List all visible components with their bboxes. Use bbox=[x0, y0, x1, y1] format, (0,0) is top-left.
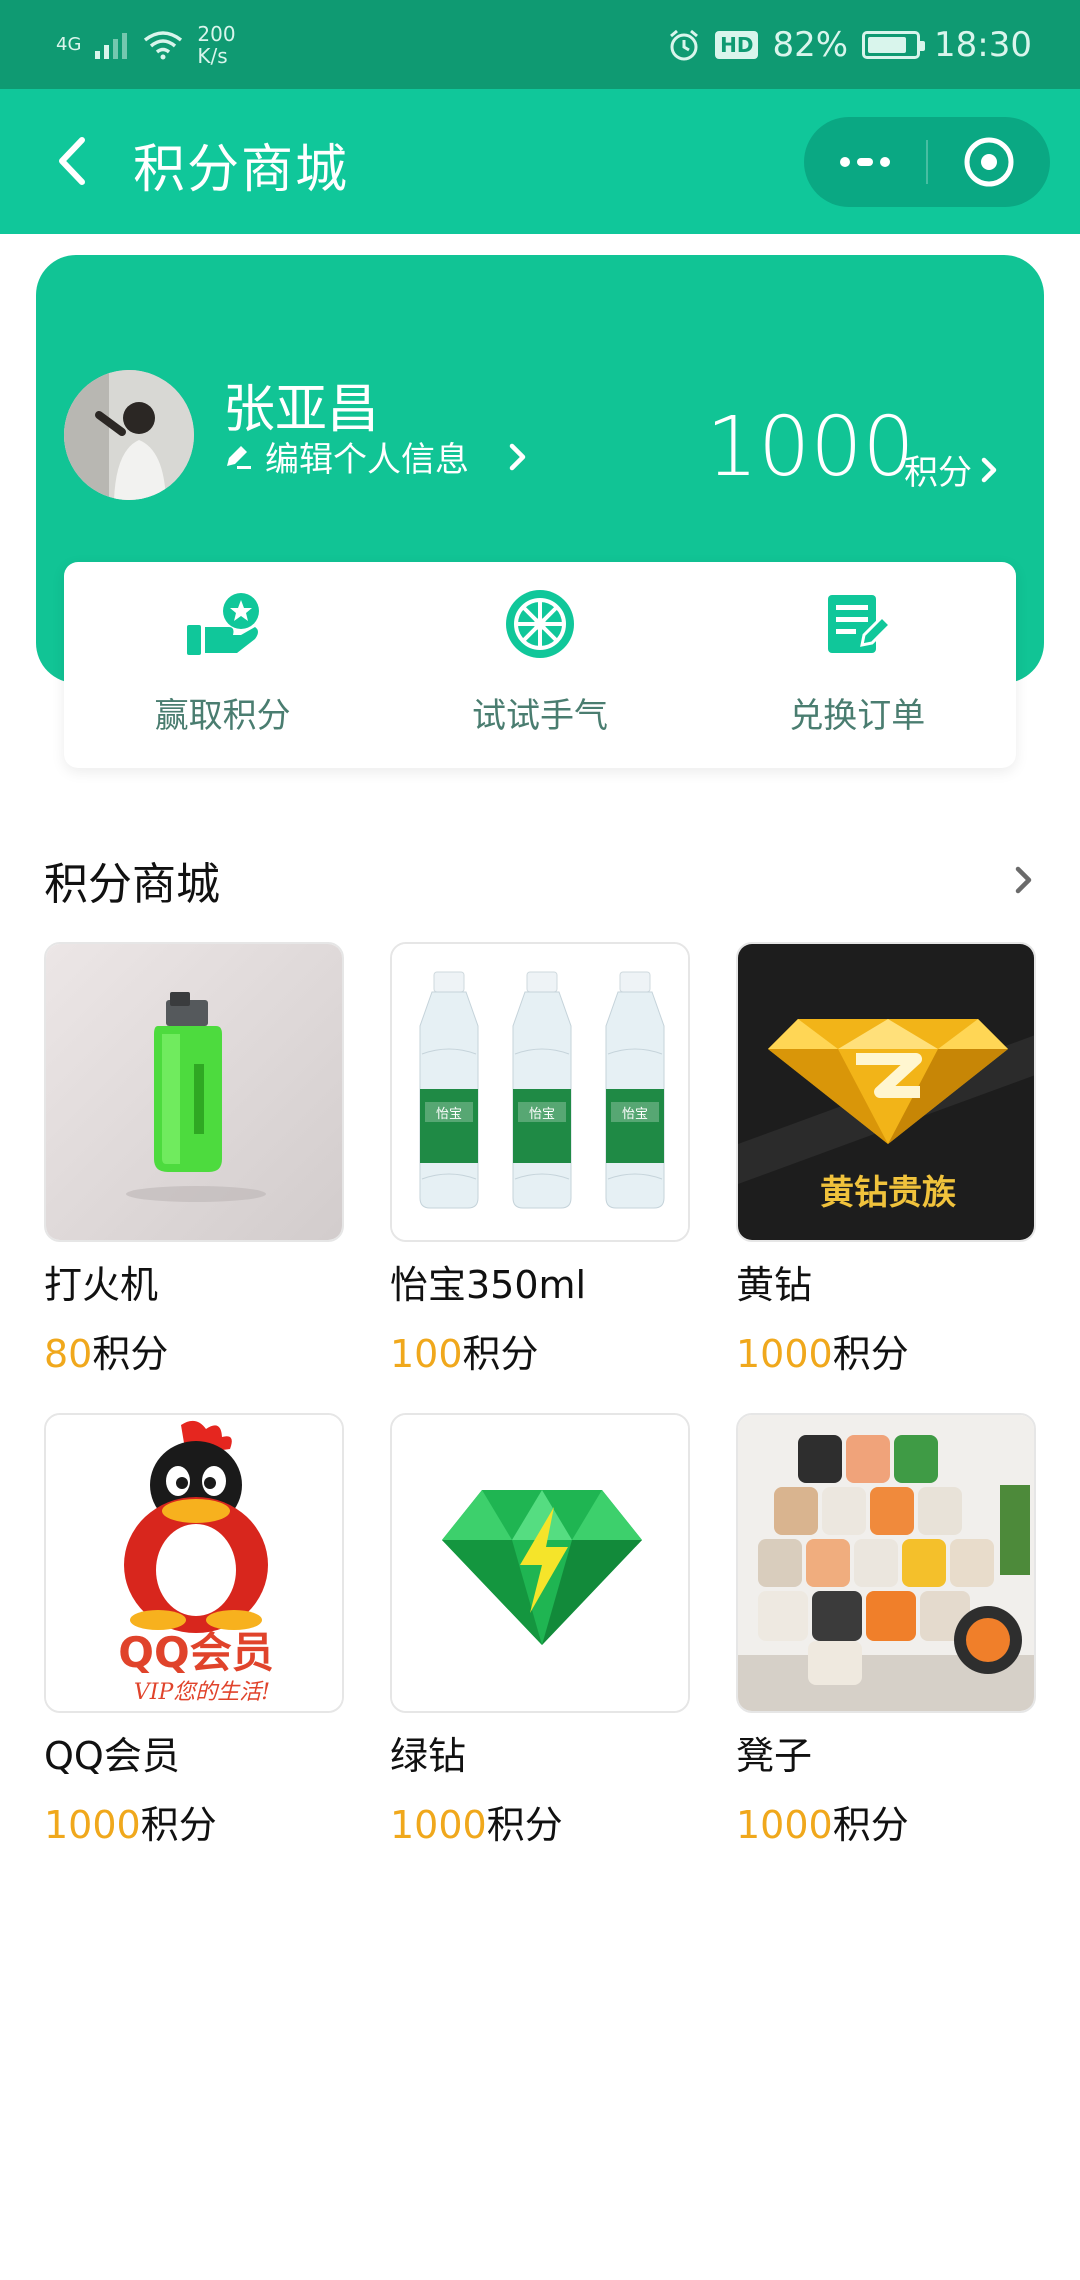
status-left: 4G 200 K/s bbox=[56, 23, 236, 67]
avatar[interactable] bbox=[64, 370, 194, 500]
product-name: 绿钻 bbox=[390, 1734, 467, 1778]
qq-vip-slogan: VIP您的生活! bbox=[134, 1680, 270, 1705]
quick-earn-points-label: 赢取积分 bbox=[154, 696, 291, 736]
points-link[interactable]: 积分 bbox=[904, 445, 1000, 494]
earn-points-icon bbox=[183, 584, 263, 664]
more-dots-icon bbox=[840, 157, 890, 167]
stools-image bbox=[738, 1415, 1034, 1711]
net-speed: 200 K/s bbox=[197, 23, 235, 67]
price-unit: 积分 bbox=[140, 1803, 217, 1847]
edit-profile-label: 编辑个人信息 bbox=[265, 440, 469, 480]
product-image: 怡宝 bbox=[390, 942, 690, 1242]
battery-icon bbox=[862, 30, 926, 59]
price-value: 1000 bbox=[44, 1803, 141, 1847]
chevron-right-icon bbox=[1015, 866, 1032, 894]
product-image bbox=[390, 1413, 690, 1713]
product-card[interactable]: 绿钻 1000积分 bbox=[390, 1413, 690, 1849]
product-name: 打火机 bbox=[44, 1263, 159, 1307]
net-speed-value: 200 bbox=[197, 21, 236, 46]
battery-percent: 82% bbox=[772, 24, 849, 65]
network-label: 4G bbox=[56, 34, 82, 55]
chevron-right-icon bbox=[981, 457, 997, 482]
price-unit: 积分 bbox=[92, 1332, 169, 1376]
product-name: 凳子 bbox=[736, 1734, 813, 1778]
product-price: 100积分 bbox=[390, 1323, 690, 1378]
qq-penguin-image: QQ会员 VIP您的生活! bbox=[46, 1415, 342, 1711]
wifi-icon bbox=[144, 30, 183, 59]
edit-profile-link[interactable]: 编辑个人信息 bbox=[223, 432, 529, 481]
water-bottles-image: 怡宝 bbox=[392, 944, 688, 1240]
product-image: QQ会员 VIP您的生活! bbox=[44, 1413, 344, 1713]
order-edit-icon bbox=[817, 584, 897, 664]
hd-badge: HD bbox=[715, 30, 759, 59]
product-name: 怡宝350ml bbox=[390, 1263, 587, 1307]
miniapp-capsule bbox=[804, 117, 1050, 207]
points-unit-label: 积分 bbox=[904, 453, 972, 493]
chevron-left-icon bbox=[59, 137, 85, 185]
mall-section-header[interactable]: 积分商城 bbox=[44, 850, 1036, 910]
alarm-icon bbox=[670, 29, 699, 60]
close-target-icon bbox=[964, 137, 1014, 187]
product-price: 1000积分 bbox=[44, 1794, 344, 1849]
pencil-icon bbox=[227, 445, 251, 469]
green-diamond-image bbox=[392, 1415, 688, 1711]
product-price: 1000积分 bbox=[736, 1794, 1036, 1849]
product-price: 1000积分 bbox=[736, 1323, 1036, 1378]
points-value[interactable]: 1000 bbox=[706, 400, 915, 495]
product-image bbox=[44, 942, 344, 1242]
product-card[interactable]: QQ会员 VIP您的生活! QQ会员 1000积分 bbox=[44, 1413, 344, 1849]
status-right: HD 82% 18:30 bbox=[667, 25, 1032, 65]
nav-bar: 积分商城 bbox=[0, 89, 1080, 234]
qq-vip-label: QQ会员 bbox=[118, 1628, 273, 1677]
price-unit: 积分 bbox=[462, 1332, 539, 1376]
chevron-right-icon bbox=[509, 443, 526, 470]
price-unit: 积分 bbox=[486, 1803, 563, 1847]
user-name: 张亚昌 bbox=[223, 380, 380, 440]
price-value: 100 bbox=[390, 1332, 463, 1376]
price-unit: 积分 bbox=[832, 1332, 909, 1376]
bottle-label: 怡宝 bbox=[436, 1107, 462, 1122]
lucky-wheel-icon bbox=[500, 584, 580, 664]
price-value: 1000 bbox=[390, 1803, 487, 1847]
product-card[interactable]: 凳子 1000积分 bbox=[736, 1413, 1036, 1849]
price-value: 1000 bbox=[736, 1332, 833, 1376]
section-title: 积分商城 bbox=[44, 859, 220, 910]
product-name: 黄钻 bbox=[736, 1263, 813, 1307]
product-image: 黄钻贵族 bbox=[736, 942, 1036, 1242]
price-value: 1000 bbox=[736, 1803, 833, 1847]
lighter-image bbox=[46, 944, 342, 1240]
net-speed-unit: K/s bbox=[197, 43, 228, 68]
more-button[interactable] bbox=[804, 117, 926, 207]
quick-orders-label: 兑换订单 bbox=[789, 696, 926, 736]
yellow-diamond-image: 黄钻贵族 bbox=[738, 944, 1034, 1240]
quick-actions: 赢取积分 试试手气 兑换订单 bbox=[64, 562, 1016, 768]
price-unit: 积分 bbox=[832, 1803, 909, 1847]
price-value: 80 bbox=[44, 1332, 93, 1376]
status-bar: 4G 200 K/s HD 82% 18:30 bbox=[0, 0, 1080, 89]
product-card[interactable]: 怡宝 怡宝350ml 100积分 bbox=[390, 942, 690, 1378]
clock: 18:30 bbox=[934, 24, 1032, 65]
yellow-diamond-label: 黄钻贵族 bbox=[820, 1173, 956, 1213]
product-image bbox=[736, 1413, 1036, 1713]
signal-icon bbox=[95, 32, 128, 59]
quick-orders[interactable]: 兑换订单 bbox=[699, 562, 1016, 768]
product-card[interactable]: 打火机 80积分 bbox=[44, 942, 344, 1378]
page-title: 积分商城 bbox=[133, 140, 350, 200]
product-name: QQ会员 bbox=[44, 1734, 180, 1778]
back-button[interactable] bbox=[44, 133, 100, 189]
product-price: 80积分 bbox=[44, 1323, 344, 1378]
quick-lucky-draw[interactable]: 试试手气 bbox=[381, 562, 698, 768]
product-card[interactable]: 黄钻贵族 黄钻 1000积分 bbox=[736, 942, 1036, 1378]
quick-lucky-draw-label: 试试手气 bbox=[471, 696, 608, 736]
product-price: 1000积分 bbox=[390, 1794, 690, 1849]
avatar-photo bbox=[64, 370, 194, 500]
close-miniapp-button[interactable] bbox=[928, 117, 1050, 207]
quick-earn-points[interactable]: 赢取积分 bbox=[64, 562, 381, 768]
